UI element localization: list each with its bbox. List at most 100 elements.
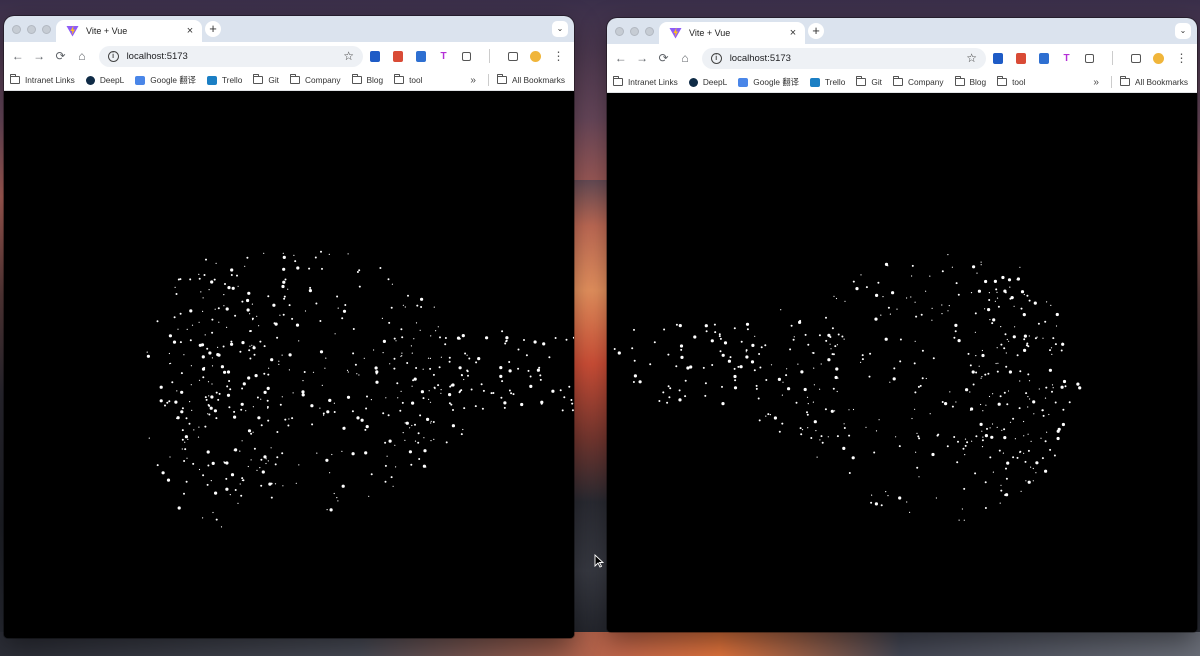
bookmark-deepl[interactable]: DeepL: [688, 77, 727, 87]
bookmark-deepl[interactable]: DeepL: [85, 75, 124, 85]
more-bookmarks-chevron-icon[interactable]: »: [1093, 77, 1099, 88]
bookmark-git[interactable]: Git: [253, 74, 279, 85]
browser-window-right[interactable]: Vite + Vue × + ⌄ ← → ⟳ ⌂ i localhost:517…: [607, 18, 1197, 632]
extensions-puzzle-icon[interactable]: [455, 46, 478, 66]
particle-dot: [268, 482, 272, 486]
home-button[interactable]: ⌂: [674, 51, 695, 65]
bookmark-intranet-links[interactable]: Intranet Links: [613, 76, 678, 87]
minimize-window-button[interactable]: [630, 27, 639, 36]
particle-dot: [356, 271, 359, 273]
maximize-window-button[interactable]: [42, 25, 51, 34]
close-window-button[interactable]: [615, 27, 624, 36]
tab-active[interactable]: Vite + Vue ×: [659, 22, 805, 44]
address-url[interactable]: localhost:5173: [127, 51, 188, 62]
extension-news-icon[interactable]: [409, 46, 432, 66]
bookmark-blog[interactable]: Blog: [351, 74, 383, 85]
bookmark-google-translate[interactable]: Google 翻译: [135, 74, 196, 86]
extension-doc-icon[interactable]: [986, 48, 1009, 68]
site-info-icon[interactable]: i: [107, 50, 119, 62]
tab-close-icon[interactable]: ×: [183, 25, 197, 37]
bookmark-blog[interactable]: Blog: [954, 76, 986, 87]
tab-close-icon[interactable]: ×: [786, 27, 800, 39]
page-canvas[interactable]: [607, 94, 1197, 632]
browser-menu-icon[interactable]: ⋮: [547, 46, 570, 66]
bookmark-company[interactable]: Company: [892, 76, 944, 87]
particle-dot: [721, 385, 723, 388]
browser-window-left[interactable]: Vite + Vue × + ⌄ ← → ⟳ ⌂ i localhost:517…: [4, 16, 574, 638]
bookmark-star-icon[interactable]: ☆: [343, 49, 354, 63]
home-button[interactable]: ⌂: [71, 49, 92, 63]
side-panel-icon[interactable]: [501, 46, 524, 66]
extension-red-icon[interactable]: [1009, 48, 1032, 68]
extension-t-icon[interactable]: T: [1055, 48, 1078, 68]
bookmark-tool[interactable]: tool: [394, 74, 423, 85]
particle-dot: [947, 254, 949, 256]
particle-dot: [984, 481, 987, 484]
bookmark-google-translate[interactable]: Google 翻译: [738, 76, 799, 88]
forward-button[interactable]: →: [631, 51, 652, 65]
bookmark-trello[interactable]: Trello: [809, 77, 845, 87]
bookmark-tool[interactable]: tool: [997, 76, 1026, 87]
bookmark-trello[interactable]: Trello: [206, 75, 242, 85]
particle-dot: [613, 348, 616, 350]
particle-dot: [401, 336, 404, 339]
browser-toolbar: ← → ⟳ ⌂ i localhost:5173 ☆ T ⋮: [607, 44, 1197, 72]
new-tab-button[interactable]: +: [205, 21, 221, 37]
extensions-puzzle-icon[interactable]: [1078, 48, 1101, 68]
particle-dot: [874, 317, 878, 321]
address-bar[interactable]: i localhost:5173 ☆: [701, 47, 986, 69]
all-bookmarks-button[interactable]: All Bookmarks: [496, 74, 565, 85]
particle-dot: [957, 440, 959, 443]
minimize-window-button[interactable]: [27, 25, 36, 34]
tab-strip: Vite + Vue × + ⌄: [607, 18, 1197, 44]
close-window-button[interactable]: [12, 25, 21, 34]
window-controls[interactable]: [615, 27, 654, 36]
all-bookmarks-button[interactable]: All Bookmarks: [1119, 76, 1188, 87]
address-bar[interactable]: i localhost:5173 ☆: [98, 45, 363, 67]
particle-dot: [835, 367, 839, 371]
back-button[interactable]: ←: [610, 51, 631, 65]
forward-button[interactable]: →: [28, 49, 49, 63]
particle-dot: [1022, 313, 1026, 317]
new-tab-button[interactable]: +: [808, 23, 824, 39]
particle-dot: [1019, 450, 1022, 453]
particle-dot: [1044, 440, 1047, 443]
extension-t-icon[interactable]: T: [432, 46, 455, 66]
profile-avatar-icon[interactable]: [524, 46, 547, 66]
particle-dot: [852, 280, 855, 283]
particle-dot: [415, 322, 418, 324]
tab-active[interactable]: Vite + Vue ×: [56, 20, 202, 42]
extension-doc-icon[interactable]: [363, 46, 386, 66]
folder-icon: [496, 74, 507, 84]
page-canvas[interactable]: [4, 91, 574, 638]
maximize-window-button[interactable]: [645, 27, 654, 36]
particle-dot: [364, 428, 367, 431]
bookmark-company[interactable]: Company: [289, 74, 341, 85]
bookmark-intranet-links[interactable]: Intranet Links: [10, 74, 75, 85]
back-button[interactable]: ←: [7, 49, 28, 63]
extension-red-icon[interactable]: [386, 46, 409, 66]
particle-dot: [346, 369, 349, 371]
more-bookmarks-chevron-icon[interactable]: »: [470, 75, 476, 86]
reload-button[interactable]: ⟳: [653, 51, 674, 65]
bookmark-git[interactable]: Git: [856, 76, 882, 87]
reload-button[interactable]: ⟳: [50, 49, 71, 63]
profile-avatar-icon[interactable]: [1147, 48, 1170, 68]
tab-search-chevron-icon[interactable]: ⌄: [552, 21, 568, 37]
site-info-icon[interactable]: i: [710, 52, 722, 64]
particle-dot: [1029, 398, 1031, 400]
extension-news-icon[interactable]: [1032, 48, 1055, 68]
browser-menu-icon[interactable]: ⋮: [1170, 48, 1193, 68]
tab-search-chevron-icon[interactable]: ⌄: [1175, 23, 1191, 39]
particle-dot: [1036, 336, 1038, 338]
particle-dot: [252, 431, 254, 433]
window-controls[interactable]: [12, 25, 51, 34]
side-panel-icon[interactable]: [1124, 48, 1147, 68]
particle-dot: [210, 395, 214, 399]
particle-dot: [737, 365, 740, 368]
address-url[interactable]: localhost:5173: [730, 53, 791, 64]
particle-dot: [1019, 380, 1021, 382]
particle-dot: [382, 339, 386, 343]
folder-icon: [1119, 76, 1130, 86]
bookmark-star-icon[interactable]: ☆: [966, 51, 977, 65]
